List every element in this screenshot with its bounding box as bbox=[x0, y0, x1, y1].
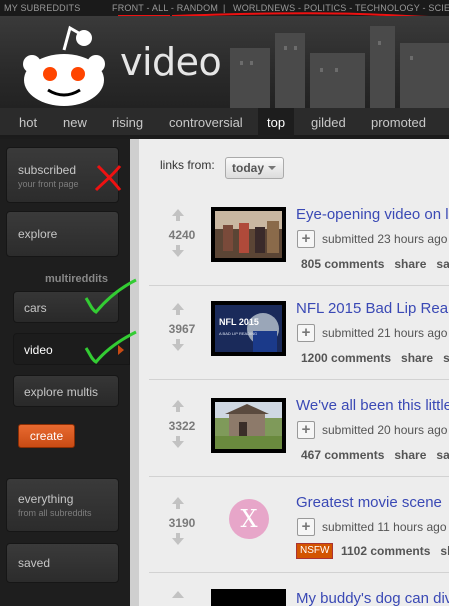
tab-promoted[interactable]: promoted bbox=[371, 108, 426, 137]
save-link[interactable]: sa bbox=[436, 257, 449, 271]
tab-top[interactable]: top bbox=[258, 108, 295, 137]
tab-rising[interactable]: rising bbox=[112, 108, 143, 137]
red-cross-annotation bbox=[94, 164, 122, 192]
link-listing: links from: today 4240 Eye-opening video… bbox=[130, 139, 449, 606]
sort-tabs: hot new rising controversial top gilded … bbox=[0, 108, 449, 137]
nsfw-badge: NSFW bbox=[296, 543, 334, 559]
reddit-alien-icon[interactable] bbox=[18, 22, 108, 108]
post-thumbnail[interactable] bbox=[211, 398, 286, 453]
thumb-subtitle: A BAD LIP READING bbox=[219, 331, 257, 336]
tab-controversial[interactable]: controversial bbox=[169, 108, 243, 137]
score: 3322 bbox=[168, 419, 196, 433]
comments-link[interactable]: 467 comments bbox=[301, 448, 384, 462]
save-link[interactable]: sa bbox=[436, 448, 449, 462]
links-from-label: links from: bbox=[160, 158, 215, 172]
share-link[interactable]: share bbox=[401, 351, 433, 365]
green-check-annotation bbox=[84, 278, 137, 314]
comments-link[interactable]: 805 comments bbox=[301, 257, 384, 271]
tab-gilded[interactable]: gilded bbox=[311, 108, 346, 137]
expand-icon[interactable]: + bbox=[297, 324, 315, 342]
everything-button[interactable]: everything from all subreddits bbox=[6, 478, 119, 532]
score: 3967 bbox=[168, 322, 196, 336]
post-title[interactable]: Eye-opening video on l bbox=[296, 206, 449, 223]
comments-link[interactable]: 1200 comments bbox=[301, 351, 391, 365]
expand-icon[interactable]: + bbox=[297, 518, 315, 536]
post-actions: 1200 comments shares bbox=[301, 351, 449, 365]
save-link[interactable]: s bbox=[443, 351, 449, 365]
expand-icon[interactable]: + bbox=[297, 421, 315, 439]
comments-link[interactable]: 1102 comments bbox=[341, 544, 430, 558]
downvote-icon[interactable] bbox=[172, 250, 184, 257]
upvote-icon[interactable] bbox=[172, 209, 184, 216]
list-item: 3967 NFL 2015 A BAD LIP READING NFL 2015… bbox=[139, 291, 449, 386]
time-filter-value: today bbox=[232, 161, 265, 175]
tab-new[interactable]: new bbox=[63, 108, 87, 137]
subreddit-title[interactable]: video bbox=[120, 40, 222, 84]
upvote-icon[interactable] bbox=[172, 303, 184, 310]
saved-button[interactable]: saved bbox=[6, 543, 119, 583]
subscribed-label: subscribed bbox=[18, 163, 77, 177]
post-title[interactable]: My buddy's dog can div bbox=[296, 590, 449, 606]
post-actions: 1102 comments sh bbox=[341, 544, 449, 558]
upvote-icon[interactable] bbox=[172, 400, 184, 407]
list-item: 3322 We've all been this little + submit… bbox=[139, 388, 449, 483]
downvote-icon[interactable] bbox=[172, 538, 184, 545]
post-title[interactable]: NFL 2015 Bad Lip Rea bbox=[296, 300, 448, 317]
upvote-icon[interactable] bbox=[172, 591, 184, 598]
everything-sublabel: from all subreddits bbox=[18, 508, 92, 518]
post-title[interactable]: We've all been this little bbox=[296, 397, 449, 414]
post-thumbnail[interactable] bbox=[211, 589, 286, 606]
score: 4240 bbox=[168, 228, 196, 242]
chevron-down-icon bbox=[268, 166, 277, 170]
post-title[interactable]: Greatest movie scene bbox=[296, 494, 442, 511]
green-check-annotation bbox=[84, 330, 137, 364]
everything-label: everything bbox=[18, 492, 74, 506]
upvote-icon[interactable] bbox=[172, 497, 184, 504]
list-item: My buddy's dog can div bbox=[139, 579, 449, 606]
create-multi-button[interactable]: create bbox=[18, 424, 75, 448]
post-thumbnail[interactable] bbox=[211, 207, 286, 262]
explore-multis-button[interactable]: explore multis bbox=[13, 375, 119, 407]
share-link[interactable]: share bbox=[394, 448, 426, 462]
post-tagline: submitted 21 hours ago bbox=[322, 326, 448, 340]
left-sidebar: subscribed your front page explore multi… bbox=[0, 139, 130, 606]
share-link[interactable]: sh bbox=[440, 544, 449, 558]
list-item: 4240 Eye-opening video on l + submitted … bbox=[139, 197, 449, 292]
post-actions: 467 comments share sa bbox=[301, 448, 449, 462]
time-filter-dropdown[interactable]: today bbox=[225, 157, 285, 179]
explore-button[interactable]: explore bbox=[6, 211, 119, 257]
header-banner: video bbox=[0, 16, 449, 108]
thumb-title: NFL 2015 bbox=[219, 317, 259, 327]
expand-icon[interactable]: + bbox=[297, 230, 315, 248]
score: 3190 bbox=[168, 516, 196, 530]
downvote-icon[interactable] bbox=[172, 344, 184, 351]
share-link[interactable]: share bbox=[394, 257, 426, 271]
post-tagline: submitted 23 hours ago bbox=[322, 232, 448, 246]
post-tagline: submitted 11 hours ago bbox=[322, 520, 447, 534]
post-thumbnail[interactable]: X bbox=[229, 499, 269, 539]
tab-hot[interactable]: hot bbox=[19, 108, 37, 137]
downvote-icon[interactable] bbox=[172, 441, 184, 448]
post-tagline: submitted 20 hours ago bbox=[322, 423, 448, 437]
post-actions: 805 comments share sa bbox=[301, 257, 449, 271]
post-thumbnail[interactable]: NFL 2015 A BAD LIP READING bbox=[211, 301, 286, 356]
